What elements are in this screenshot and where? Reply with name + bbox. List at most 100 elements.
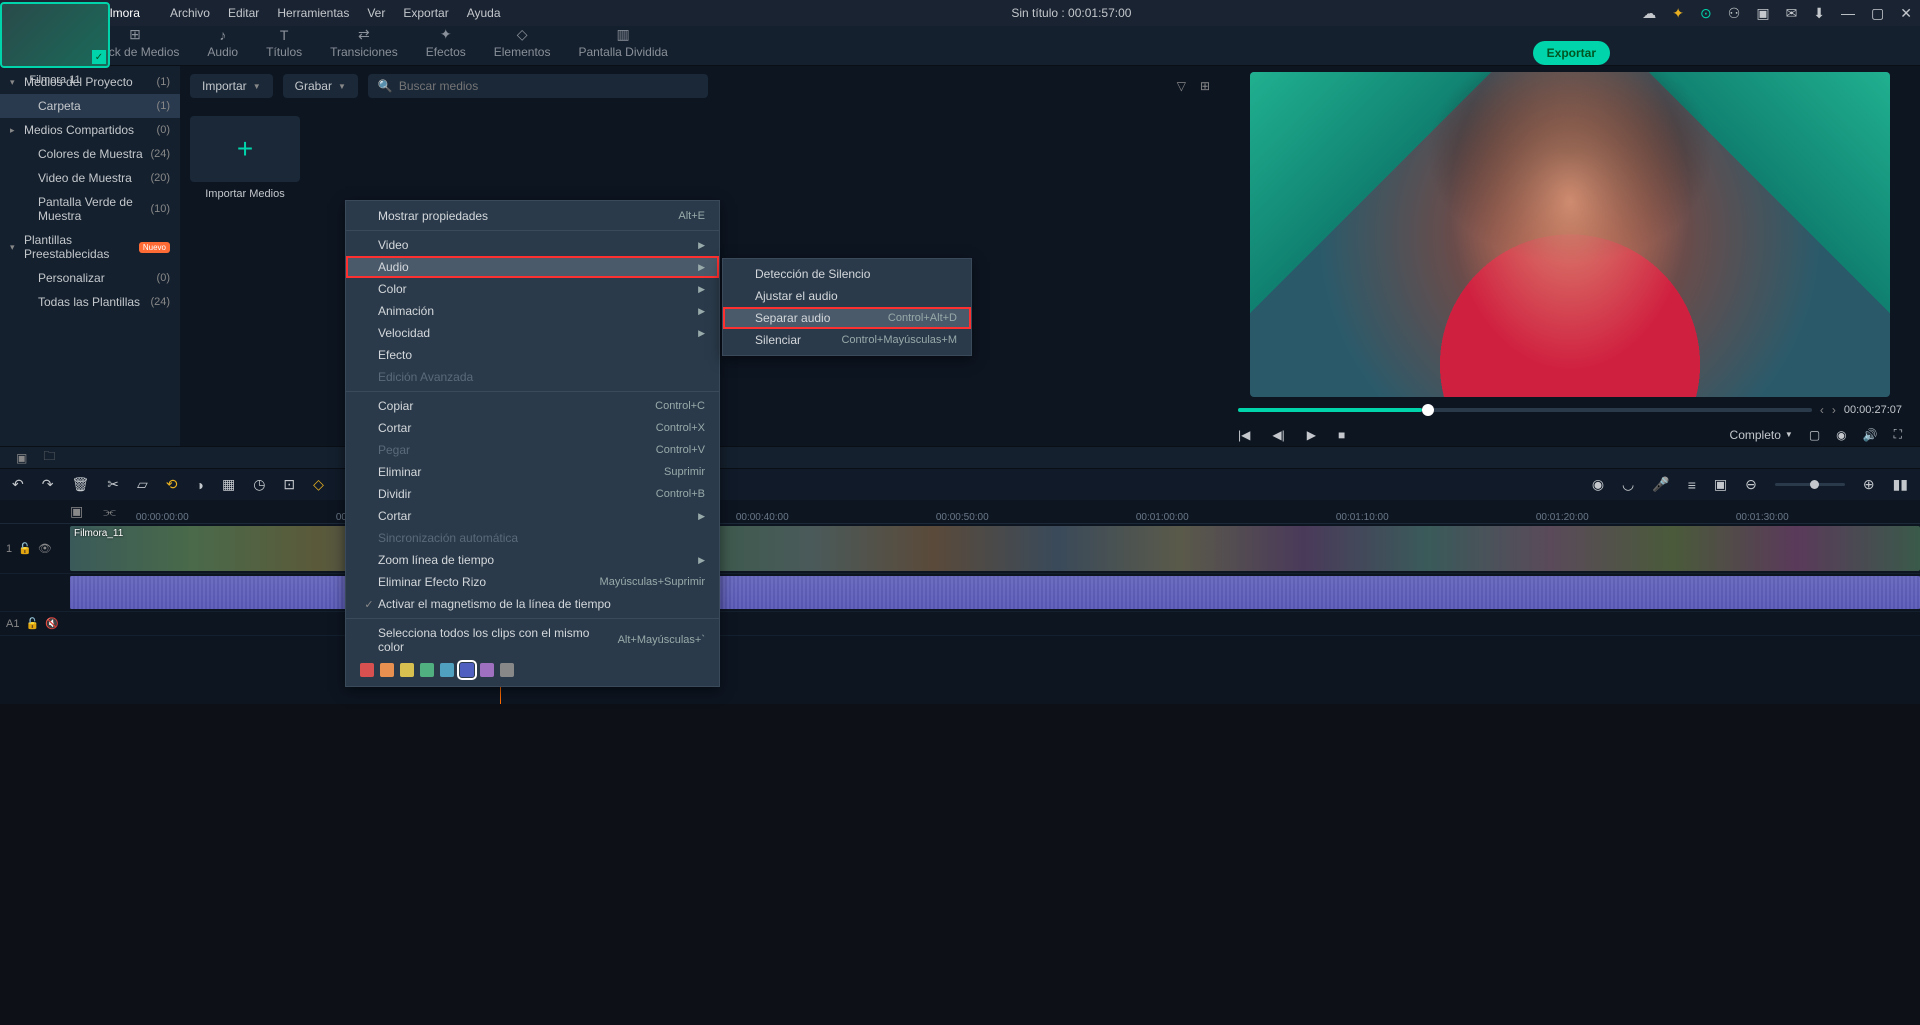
- ctx-item[interactable]: Video▶: [346, 234, 719, 256]
- seek-slider[interactable]: [1238, 408, 1812, 412]
- tab-transiciones[interactable]: ⇄Transiciones: [316, 22, 412, 65]
- import-media-tile[interactable]: + Importar Medios: [190, 116, 300, 200]
- sidebar-item-count: (24): [150, 148, 170, 160]
- ctx-item[interactable]: Cortar▶: [346, 505, 719, 527]
- audio-sync-icon[interactable]: ≡: [1688, 477, 1696, 493]
- menu-exportar[interactable]: Exportar: [403, 6, 448, 20]
- ctx-item[interactable]: Ajustar el audio: [723, 285, 971, 307]
- tip-icon[interactable]: ✦: [1672, 5, 1684, 22]
- ctx-item[interactable]: Efecto: [346, 344, 719, 366]
- maximize-icon[interactable]: ▢: [1871, 5, 1884, 22]
- quality-dropdown[interactable]: Completo ▼: [1730, 428, 1793, 442]
- message-icon[interactable]: ✉: [1786, 5, 1798, 22]
- color-swatch[interactable]: [500, 663, 514, 677]
- import-dropdown[interactable]: Importar ▼: [190, 74, 273, 98]
- menu-herramientas[interactable]: Herramientas: [277, 6, 349, 20]
- ctx-item[interactable]: Mostrar propiedadesAlt+E: [346, 205, 719, 227]
- render-icon[interactable]: ▣: [1714, 476, 1727, 493]
- ctx-item[interactable]: ✓Activar el magnetismo de la línea de ti…: [346, 593, 719, 615]
- ctx-item-label: Efecto: [378, 348, 705, 362]
- tab-label: Transiciones: [330, 45, 398, 59]
- display-icon[interactable]: ▢: [1809, 428, 1820, 442]
- ctx-item[interactable]: CopiarControl+C: [346, 395, 719, 417]
- ctx-item[interactable]: Velocidad▶: [346, 322, 719, 344]
- close-icon[interactable]: ✕: [1900, 5, 1912, 22]
- ctx-item[interactable]: Zoom línea de tiempo▶: [346, 549, 719, 571]
- lock-icon[interactable]: 🔓: [18, 542, 32, 555]
- record-dropdown[interactable]: Grabar ▼: [283, 74, 358, 98]
- fit-timeline-icon[interactable]: ▮▮: [1893, 476, 1908, 493]
- minimize-icon[interactable]: —: [1841, 5, 1855, 21]
- step-back-icon[interactable]: ◀|: [1272, 428, 1284, 442]
- play-icon[interactable]: ▶: [1307, 428, 1316, 442]
- color-swatch[interactable]: [440, 663, 454, 677]
- export-button[interactable]: Exportar: [1533, 41, 1610, 65]
- zoom-slider[interactable]: [1775, 483, 1845, 486]
- ctx-item[interactable]: Detección de Silencio: [723, 263, 971, 285]
- green-screen-icon[interactable]: ▦: [222, 476, 235, 493]
- chevron-right-icon: ▶: [698, 555, 705, 566]
- menu-archivo[interactable]: Archivo: [170, 6, 210, 20]
- filter-icon[interactable]: ▽: [1177, 79, 1186, 93]
- track-vid-label: 1: [6, 543, 12, 555]
- lock-icon[interactable]: 🔓: [25, 617, 39, 630]
- ctx-item[interactable]: SilenciarControl+Mayúsculas+M: [723, 329, 971, 351]
- grid-view-icon[interactable]: ⊞: [1200, 79, 1210, 93]
- menu-ver[interactable]: Ver: [367, 6, 385, 20]
- cloud-icon[interactable]: ☁: [1642, 5, 1656, 22]
- fullscreen-icon[interactable]: ⛶: [1894, 427, 1902, 442]
- zoom-in-icon[interactable]: ⊕: [1863, 476, 1875, 493]
- color-swatch[interactable]: [460, 663, 474, 677]
- ctx-item-shortcut: Alt+E: [678, 210, 705, 222]
- ctx-item[interactable]: Eliminar Efecto RizoMayúsculas+Suprimir: [346, 571, 719, 593]
- color-icon[interactable]: ◑: [196, 477, 204, 493]
- user-icon[interactable]: ⚇: [1728, 5, 1741, 22]
- color-swatch[interactable]: [380, 663, 394, 677]
- download-icon[interactable]: ⬇: [1813, 5, 1825, 22]
- chevron-down-icon: ▼: [338, 82, 346, 91]
- search-input[interactable]: [399, 79, 698, 93]
- headphones-icon[interactable]: ⊙: [1700, 5, 1712, 22]
- ctx-item[interactable]: DividirControl+B: [346, 483, 719, 505]
- menu-ayuda[interactable]: Ayuda: [467, 6, 501, 20]
- color-swatch[interactable]: [400, 663, 414, 677]
- tab-títulos[interactable]: TTítulos: [252, 23, 316, 65]
- mute-icon[interactable]: 🔇: [45, 617, 59, 630]
- color-swatch[interactable]: [480, 663, 494, 677]
- keyframe-icon[interactable]: ◇: [313, 476, 324, 493]
- motion-track-icon[interactable]: ⊡: [283, 476, 295, 493]
- ctx-item[interactable]: EliminarSuprimir: [346, 461, 719, 483]
- search-box[interactable]: 🔍: [368, 74, 708, 98]
- crop-icon[interactable]: ▱: [137, 476, 148, 493]
- ctx-item[interactable]: CortarControl+X: [346, 417, 719, 439]
- next-frame-icon[interactable]: ›: [1832, 403, 1836, 417]
- ctx-item[interactable]: Color▶: [346, 278, 719, 300]
- color-swatch[interactable]: [360, 663, 374, 677]
- volume-icon[interactable]: 🔊: [1863, 428, 1878, 442]
- ctx-item[interactable]: Selecciona todos los clips con el mismo …: [346, 622, 719, 658]
- chevron-down-icon: ▼: [253, 82, 261, 91]
- ctx-item[interactable]: Separar audioControl+Alt+D: [723, 307, 971, 329]
- color-swatch[interactable]: [420, 663, 434, 677]
- snapshot-icon[interactable]: ◉: [1836, 428, 1846, 442]
- menu-editar[interactable]: Editar: [228, 6, 259, 20]
- speed-icon[interactable]: ⟲: [166, 476, 178, 493]
- tab-elementos[interactable]: ◇Elementos: [480, 22, 565, 65]
- ctx-item[interactable]: Animación▶: [346, 300, 719, 322]
- media-clip-tile[interactable]: ✓ Filmora 11: [0, 2, 110, 1023]
- marker-icon[interactable]: ◡: [1622, 476, 1634, 493]
- media-clip-label: Filmora 11: [29, 74, 80, 86]
- zoom-out-icon[interactable]: ⊖: [1745, 476, 1757, 493]
- tab-pantalla-dividida[interactable]: ▥Pantalla Dividida: [564, 22, 681, 65]
- visibility-icon[interactable]: 👁: [38, 542, 52, 555]
- save-icon[interactable]: ▣: [1756, 5, 1769, 22]
- audio-mixer-icon[interactable]: ◉: [1592, 476, 1604, 493]
- tab-audio[interactable]: ♪Audio: [193, 23, 252, 65]
- timer-icon[interactable]: ◷: [253, 476, 265, 493]
- ctx-item[interactable]: Audio▶: [346, 256, 719, 278]
- jump-start-icon[interactable]: |◀: [1238, 428, 1250, 442]
- voice-icon[interactable]: 🎤: [1652, 476, 1669, 493]
- stop-icon[interactable]: ■: [1338, 428, 1345, 442]
- prev-frame-icon[interactable]: ‹: [1820, 403, 1824, 417]
- tab-efectos[interactable]: ✦Efectos: [412, 22, 480, 65]
